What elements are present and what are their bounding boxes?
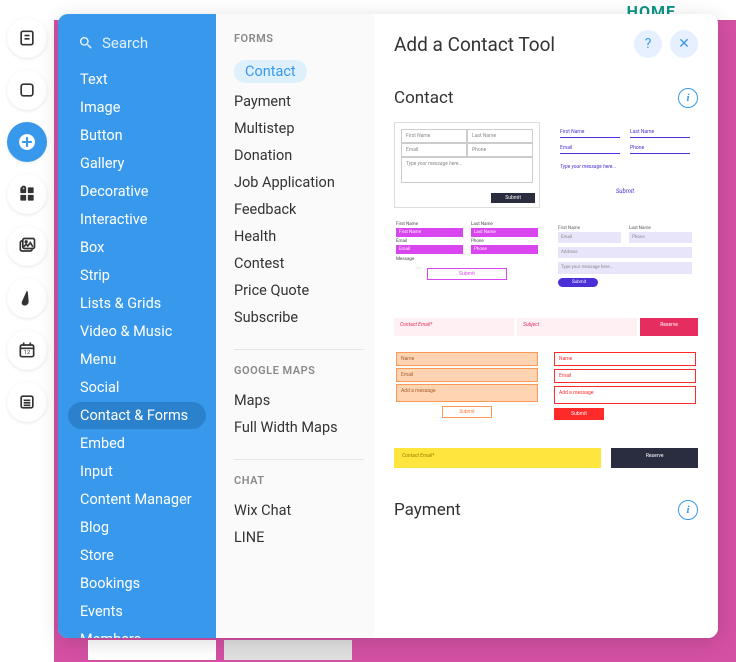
tool-content[interactable] [7,382,47,422]
subcategory-item[interactable]: Job Application [234,169,374,196]
main-panel: Add a Contact Tool ? ✕ Contact i First N… [374,14,718,638]
category-item[interactable]: Interactive [68,206,206,233]
category-item[interactable]: Input [68,458,206,485]
tool-blog[interactable] [7,278,47,318]
category-item[interactable]: Bookings [68,570,206,597]
category-item[interactable]: Blog [68,514,206,541]
add-panel: TextImageButtonGalleryDecorativeInteract… [58,14,718,638]
category-item[interactable]: Lists & Grids [68,290,206,317]
canvas-element [88,640,216,660]
tool-apps[interactable]: + [7,174,47,214]
category-item[interactable]: Social [68,374,206,401]
tool-bookings[interactable]: 12 [7,330,47,370]
category-item[interactable]: Box [68,234,206,261]
category-item[interactable]: Content Manager [68,486,206,513]
svg-text:12: 12 [24,350,31,356]
categories-sidebar: TextImageButtonGalleryDecorativeInteract… [58,14,216,638]
contact-template-4[interactable]: First NameEmail Last NamePhone Address T… [552,220,698,306]
contact-template-1[interactable]: First NameLast Name EmailPhone Type your… [394,122,540,208]
category-item[interactable]: Gallery [68,150,206,177]
category-item[interactable]: Button [68,122,206,149]
contact-templates-grid: First NameLast Name EmailPhone Type your… [394,122,698,470]
forms-header: FORMS [234,32,374,45]
maps-header: GOOGLE MAPS [234,349,364,377]
category-item[interactable]: Strip [68,262,206,289]
info-icon[interactable]: i [678,88,698,108]
canvas-element [224,640,352,660]
subcategory-item[interactable]: Payment [234,88,374,115]
close-button[interactable]: ✕ [670,30,698,58]
contact-template-5[interactable]: Contact Email* Subject Reserve [394,318,698,338]
subcategory-item[interactable]: Maps [234,387,374,414]
category-item[interactable]: Image [68,94,206,121]
search-input[interactable] [102,34,202,52]
chat-header: CHAT [234,459,364,487]
category-list: TextImageButtonGalleryDecorativeInteract… [58,66,216,638]
search-box[interactable] [58,28,216,66]
contact-template-7[interactable]: Name Email Add a message Submit [552,350,698,436]
subcategory-item[interactable]: Contest [234,250,374,277]
category-item[interactable]: Contact & Forms [68,402,206,429]
category-item[interactable]: Text [68,66,206,93]
tool-add[interactable] [7,122,47,162]
category-item[interactable]: Embed [68,430,206,457]
tool-media[interactable] [7,226,47,266]
subcategory-item[interactable]: Donation [234,142,374,169]
search-icon [78,35,94,51]
subcategory-item[interactable]: Wix Chat [234,497,374,524]
help-button[interactable]: ? [634,30,662,58]
subcategory-item[interactable]: Full Width Maps [234,414,374,441]
category-item[interactable]: Decorative [68,178,206,205]
subcategory-sidebar: FORMS ContactPaymentMultistepDonationJob… [216,14,374,638]
subcategory-item[interactable]: Health [234,223,374,250]
tool-pages[interactable] [7,18,47,58]
panel-title: Add a Contact Tool [394,33,555,56]
subcategory-item[interactable]: LINE [234,524,374,551]
subcategory-item[interactable]: Feedback [234,196,374,223]
category-item[interactable]: Events [68,598,206,625]
info-icon[interactable]: i [678,500,698,520]
contact-section-title: Contact [394,88,453,108]
subcategory-item[interactable]: Price Quote [234,277,374,304]
contact-template-2[interactable]: First NameLast Name EmailPhone Type your… [552,122,698,208]
payment-section-title: Payment [394,500,461,520]
category-item[interactable]: Video & Music [68,318,206,345]
tool-background[interactable] [7,70,47,110]
category-item[interactable]: Store [68,542,206,569]
contact-template-3[interactable]: First NameFirst Name Last NameLast Name … [394,220,540,306]
subcategory-item[interactable]: Subscribe [234,304,374,331]
contact-template-6[interactable]: Name Email Add a message Submit [394,350,540,436]
contact-template-8[interactable]: Contact Email* Reserve [394,448,698,470]
category-item[interactable]: Menu [68,346,206,373]
subcategory-item[interactable]: Multistep [234,115,374,142]
left-toolbar: + 12 [0,0,54,662]
category-item[interactable]: Members [68,626,206,638]
subcategory-item[interactable]: Contact [234,55,374,88]
